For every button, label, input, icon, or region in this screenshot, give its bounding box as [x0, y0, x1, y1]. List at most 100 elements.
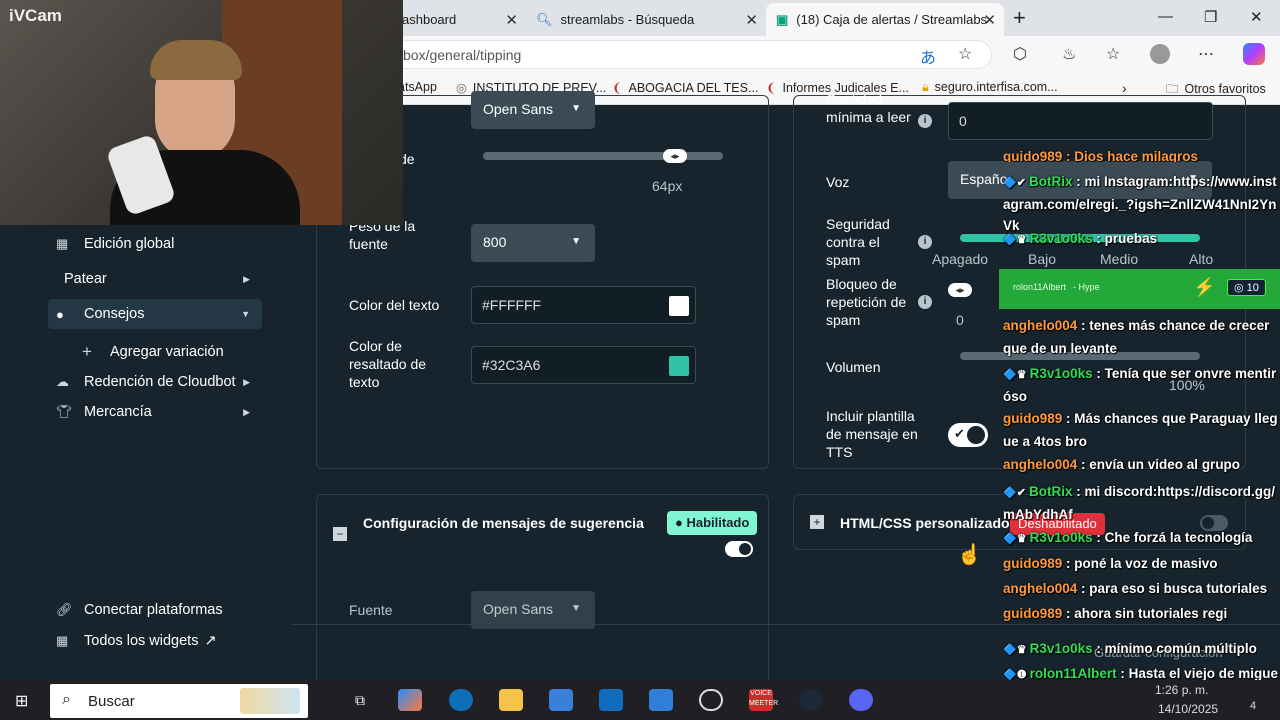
ivcam-icon[interactable]	[649, 689, 673, 711]
tab-label: (18) Caja de alertas / Streamlabs	[796, 12, 988, 27]
bookmark-whatsapp[interactable]: atsApp	[398, 80, 437, 94]
url-field[interactable]: box/general/tipping	[380, 40, 992, 69]
notification-count[interactable]: 4	[1250, 700, 1256, 712]
bookmark-abogacia[interactable]: ❨ ABOGACIA DEL TES...	[612, 80, 758, 95]
chat-message: 🔷✔ BotRix : mi Instagram:https://www.ins…	[1003, 171, 1278, 236]
copilot-icon[interactable]	[1243, 43, 1265, 65]
info-icon[interactable]: i	[918, 295, 932, 309]
chat-message: guido989 : Más chances que Paraguay lleg…	[1003, 408, 1278, 452]
tab-label: streamlabs - Búsqueda	[560, 12, 695, 27]
tab-dashboard[interactable]: ashboard ✕	[392, 3, 526, 36]
cloud-icon: ☁	[56, 374, 69, 389]
tab-search[interactable]: 🔍︎ streamlabs - Búsqueda ✕	[526, 3, 766, 36]
chat-username: anghelo004	[1003, 581, 1078, 596]
clock-time[interactable]: 1:26 p. m.	[1155, 683, 1208, 697]
sidebar-item-label: Mercancía	[84, 404, 152, 420]
highlight-color-input[interactable]: #32C3A6	[471, 346, 696, 384]
globe-icon: ◎	[456, 81, 467, 95]
restore-icon[interactable]: ❐	[1204, 8, 1217, 26]
suggestion-font-label: Fuente	[349, 602, 393, 618]
bookmark-interfisa[interactable]: 🔒︎ seguro.interfisa.com...	[922, 80, 1058, 95]
discord-icon[interactable]	[849, 689, 873, 711]
chat-username: R3v1o0ks	[1029, 231, 1093, 246]
suggestion-font-value: Open Sans	[483, 601, 554, 617]
suggestion-toggle[interactable]	[725, 541, 753, 557]
voicemeeter-icon[interactable]: VOICE MEETER	[749, 689, 778, 711]
profile-avatar[interactable]	[1150, 44, 1170, 64]
close-window-icon[interactable]: ✕	[1250, 8, 1263, 26]
caret-down-icon: ▼	[571, 236, 581, 247]
sidebar-item-patear[interactable]: Patear ▶	[48, 264, 262, 294]
chat-badges: 🔷♛	[1003, 533, 1030, 545]
min-amount-input[interactable]: 0	[948, 102, 1213, 140]
chat-message: 🔷♛ R3v1o0ks : Tenía que ser onvre mentir…	[1003, 363, 1278, 407]
chat-text: : Che forzá la tecnología	[1092, 530, 1253, 545]
font-size-value: 64px	[652, 178, 683, 194]
chat-message: guido989 : poné la voz de masivo	[1003, 553, 1278, 576]
clock-date[interactable]: 14/10/2025	[1158, 702, 1218, 716]
sidebar-item-consejos[interactable]: ● Consejos ▼	[48, 299, 262, 329]
chat-badges: 🔷♛	[1003, 369, 1030, 381]
font-select[interactable]: Open Sans ▼	[471, 91, 595, 129]
caret-down-icon: ▼	[571, 603, 581, 614]
repeat-block-slider-handle[interactable]: ◂▸	[948, 283, 972, 297]
hype-user: rolon11Albert	[1013, 282, 1066, 292]
sidebar-item-cloudbot[interactable]: ☁ Redención de Cloudbot ▶	[48, 367, 262, 397]
close-icon[interactable]: ✕	[983, 11, 996, 29]
extensions-icon[interactable]: ⬡	[1013, 44, 1027, 64]
translate-icon[interactable]: あ	[920, 44, 936, 68]
expand-icon[interactable]: +	[810, 515, 824, 529]
text-color-value: #FFFFFF	[482, 297, 542, 313]
chat-username: anghelo004	[1003, 318, 1078, 333]
taskbar-search[interactable]: ⌕ Buscar	[50, 684, 308, 718]
chat-username: guido989	[1003, 411, 1063, 426]
font-size-slider-handle[interactable]: ◂▸	[663, 149, 687, 163]
sidebar-item-edicion-global[interactable]: ▦ Edición global	[48, 229, 262, 259]
info-icon[interactable]: i	[918, 114, 932, 128]
minimize-icon[interactable]: —	[1158, 8, 1173, 25]
tab-streamlabs[interactable]: ▣ (18) Caja de alertas / Streamlabs ✕	[766, 3, 1004, 36]
include-template-toggle[interactable]: ✔	[948, 423, 988, 447]
tab-label: ashboard	[402, 12, 457, 27]
file-explorer-icon[interactable]	[499, 689, 523, 711]
performance-icon[interactable]: ♨	[1062, 44, 1076, 64]
text-color-swatch[interactable]	[669, 296, 689, 316]
chat-text: : envía un video al grupo	[1077, 457, 1241, 472]
chat-message: 🔷✔ BotRix : mi discord:https://discord.g…	[1003, 481, 1278, 525]
external-link-icon: ↗	[204, 633, 217, 649]
sidebar-item-mercancia[interactable]: 👕︎ Mercancía ▶	[48, 397, 262, 427]
favorites-icon[interactable]: ☆	[1106, 44, 1120, 64]
shirt-icon: 👕︎	[56, 404, 73, 419]
connect-platforms-link[interactable]: 🔗︎ Conectar plataformas	[48, 595, 262, 625]
info-icon[interactable]: i	[918, 235, 932, 249]
chat-badges: 🔷♛	[1003, 644, 1030, 656]
windows-start-icon[interactable]: ⊞	[15, 691, 28, 711]
outlook-icon[interactable]	[599, 689, 623, 711]
person-hair	[150, 40, 242, 80]
favorite-star-icon[interactable]: ☆	[958, 44, 972, 64]
copilot-icon[interactable]	[398, 689, 422, 711]
close-icon[interactable]: ✕	[505, 11, 518, 29]
task-view-icon[interactable]: ⧉	[348, 689, 372, 711]
chevron-right-icon[interactable]: ›	[1122, 80, 1127, 96]
lock-icon: 🔒︎	[922, 80, 929, 94]
obs-icon[interactable]	[699, 689, 723, 711]
highlight-color-swatch[interactable]	[669, 356, 689, 376]
search-icon: ⌕	[62, 691, 71, 708]
edge-icon[interactable]	[449, 689, 473, 711]
all-widgets-link[interactable]: ▦ Todos los widgets ↗	[48, 626, 262, 656]
menu-icon[interactable]: ⋯	[1198, 44, 1214, 64]
collapse-icon[interactable]: −	[333, 527, 347, 541]
streamlabs-icon: ▣	[776, 11, 789, 27]
bookmark-label: Otros favoritos	[1184, 82, 1266, 96]
new-tab-button[interactable]: +	[1013, 5, 1026, 31]
chat-text: : para eso si busca tutoriales	[1077, 581, 1268, 596]
chat-message-partial: guido989 : Dios hace milagros	[1003, 146, 1278, 162]
sidebar-item-agregar-variacion[interactable]: + Agregar variación	[74, 337, 262, 367]
steam-icon[interactable]	[799, 689, 823, 711]
font-weight-select[interactable]: 800 ▼	[471, 224, 595, 262]
font-size-slider[interactable]	[483, 152, 723, 160]
text-color-input[interactable]: #FFFFFF	[471, 286, 696, 324]
store-icon[interactable]	[549, 689, 573, 711]
close-icon[interactable]: ✕	[745, 11, 758, 29]
